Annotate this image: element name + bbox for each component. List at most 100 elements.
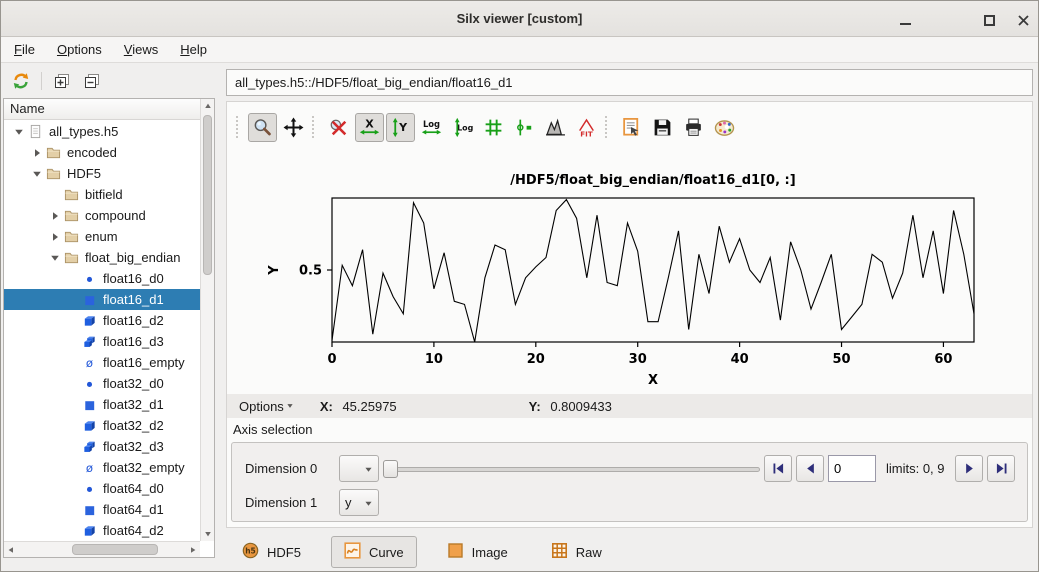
tree-vertical-scrollbar[interactable] [200, 99, 214, 541]
close-button[interactable] [1012, 9, 1034, 31]
tree-item-float16_empty[interactable]: øfloat16_empty [4, 352, 200, 373]
tree-item-label: float32_d0 [100, 376, 164, 391]
expander-open-icon[interactable] [32, 168, 46, 180]
scroll-down-icon[interactable] [201, 527, 214, 541]
vertical-scroll-thumb[interactable] [203, 115, 212, 275]
dataset-path: all_types.h5::/HDF5/float_big_endian/flo… [226, 69, 1033, 96]
tree-item-label: enum [82, 229, 118, 244]
scroll-left-icon[interactable] [4, 542, 18, 557]
tree-item-float16_d0[interactable]: float16_d0 [4, 268, 200, 289]
expander-spacer [68, 273, 82, 285]
expand-all-button[interactable] [50, 69, 74, 93]
tree-item-float64_d0[interactable]: float64_d0 [4, 478, 200, 499]
tree-item-HDF5[interactable]: HDF5 [4, 163, 200, 184]
tree-horizontal-scrollbar[interactable] [4, 541, 200, 557]
curve-style-button[interactable] [510, 113, 539, 142]
expander-closed-icon[interactable] [32, 147, 46, 159]
grid-toggle-button[interactable] [479, 113, 508, 142]
menu-help[interactable]: Help [169, 37, 218, 63]
svg-text:Log: Log [423, 118, 440, 128]
last-frame-button[interactable] [987, 455, 1015, 482]
horizontal-scroll-thumb[interactable] [72, 544, 158, 555]
tree-item-bitfield[interactable]: bitfield [4, 184, 200, 205]
first-frame-button[interactable] [764, 455, 792, 482]
dimension-0-combo[interactable] [339, 455, 379, 482]
curve-plot[interactable]: /HDF5/float_big_endian/float16_d1[0, :]0… [232, 154, 1029, 392]
dimension-1-combo[interactable]: y [339, 489, 379, 516]
tab-image[interactable]: Image [434, 536, 521, 568]
menu-options[interactable]: Options [46, 37, 113, 63]
tree-item-float16_d3[interactable]: float16_d3 [4, 331, 200, 352]
tree-item-float_big_endian[interactable]: float_big_endian [4, 247, 200, 268]
tree-item-enum[interactable]: enum [4, 226, 200, 247]
pan-mode-button[interactable] [279, 113, 308, 142]
colormap-button[interactable] [710, 113, 739, 142]
x-log-scale-button[interactable]: Log [417, 113, 446, 142]
y-log-scale-button[interactable]: Log [448, 113, 477, 142]
refresh-button[interactable] [9, 69, 33, 93]
tree-item-float32_empty[interactable]: øfloat32_empty [4, 457, 200, 478]
tree-item-float64_d2[interactable]: float64_d2 [4, 520, 200, 541]
dimension-1-label: Dimension 1 [245, 495, 317, 510]
expander-open-icon[interactable] [14, 126, 28, 138]
tree-item-float16_d1[interactable]: float16_d1 [4, 289, 200, 310]
tree-toolbar [9, 67, 104, 95]
minimize-button[interactable] [894, 9, 916, 31]
slider-groove[interactable] [383, 467, 760, 472]
expander-closed-icon[interactable] [50, 231, 64, 243]
frame-slider[interactable] [383, 455, 760, 482]
expander-open-icon[interactable] [50, 252, 64, 264]
previous-frame-button[interactable] [796, 455, 824, 482]
x-autoscale-button[interactable]: X [355, 113, 384, 142]
tree-item-label: float16_d1 [100, 292, 164, 307]
tree-item-float32_d2[interactable]: float32_d2 [4, 415, 200, 436]
tree-item-float32_d3[interactable]: float32_d3 [4, 436, 200, 457]
menu-file[interactable]: File [3, 37, 46, 63]
options-button[interactable]: Options [239, 399, 294, 414]
tree-item-label: compound [82, 208, 146, 223]
slider-handle[interactable] [383, 460, 398, 478]
copy-to-clipboard-button[interactable] [617, 113, 646, 142]
scroll-right-icon[interactable] [186, 542, 200, 557]
folder-icon [46, 145, 64, 161]
y-autoscale-button[interactable]: Y [386, 113, 415, 142]
d3-icon [82, 439, 100, 455]
tree-item-label: encoded [64, 145, 117, 160]
collapse-all-button[interactable] [80, 69, 104, 93]
tab-raw[interactable]: Raw [538, 536, 615, 568]
fit-button[interactable]: FIT [572, 113, 601, 142]
tree-body: all_types.h5encoded HDF5bitfield compound e… [4, 121, 200, 541]
tree-item-all_types.h5[interactable]: all_types.h5 [4, 121, 200, 142]
tree-item-label: all_types.h5 [46, 124, 118, 139]
tree-item-label: float16_d3 [100, 334, 164, 349]
print-button[interactable] [679, 113, 708, 142]
frame-number-input[interactable] [828, 455, 876, 482]
tab-curve[interactable]: Curve [331, 536, 417, 568]
menu-views[interactable]: Views [113, 37, 169, 63]
save-button[interactable] [648, 113, 677, 142]
title-bar[interactable]: Silx viewer [custom] [1, 1, 1038, 37]
zoom-back-button[interactable] [324, 113, 353, 142]
tree-item-encoded[interactable]: encoded [4, 142, 200, 163]
tree-item-float32_d0[interactable]: float32_d0 [4, 373, 200, 394]
histogram-button[interactable] [541, 113, 570, 142]
tree-item-float64_d1[interactable]: float64_d1 [4, 499, 200, 520]
scroll-up-icon[interactable] [201, 99, 214, 113]
curve-viewer: XY Log Log FIT /HDF5/float_big_endian/float… [226, 101, 1033, 528]
tab-label: Curve [369, 545, 404, 560]
tab-hdf5[interactable]: h5HDF5 [229, 536, 314, 568]
svg-text:20: 20 [527, 352, 545, 367]
tree-item-label: float16_empty [100, 355, 185, 370]
next-frame-button[interactable] [955, 455, 983, 482]
expander-spacer [68, 504, 82, 516]
svg-text:0.5: 0.5 [299, 264, 322, 279]
tree-item-compound[interactable]: compound [4, 205, 200, 226]
maximize-button[interactable] [978, 9, 1000, 31]
tree-item-float16_d2[interactable]: float16_d2 [4, 310, 200, 331]
tree-item-float32_d1[interactable]: float32_d1 [4, 394, 200, 415]
expander-closed-icon[interactable] [50, 210, 64, 222]
cursor-y-value: 0.8009433 [550, 399, 611, 414]
plot-area[interactable]: /HDF5/float_big_endian/float16_d1[0, :]0… [232, 154, 1029, 392]
zoom-mode-button[interactable] [248, 113, 277, 142]
tree-item-label: float32_empty [100, 460, 185, 475]
